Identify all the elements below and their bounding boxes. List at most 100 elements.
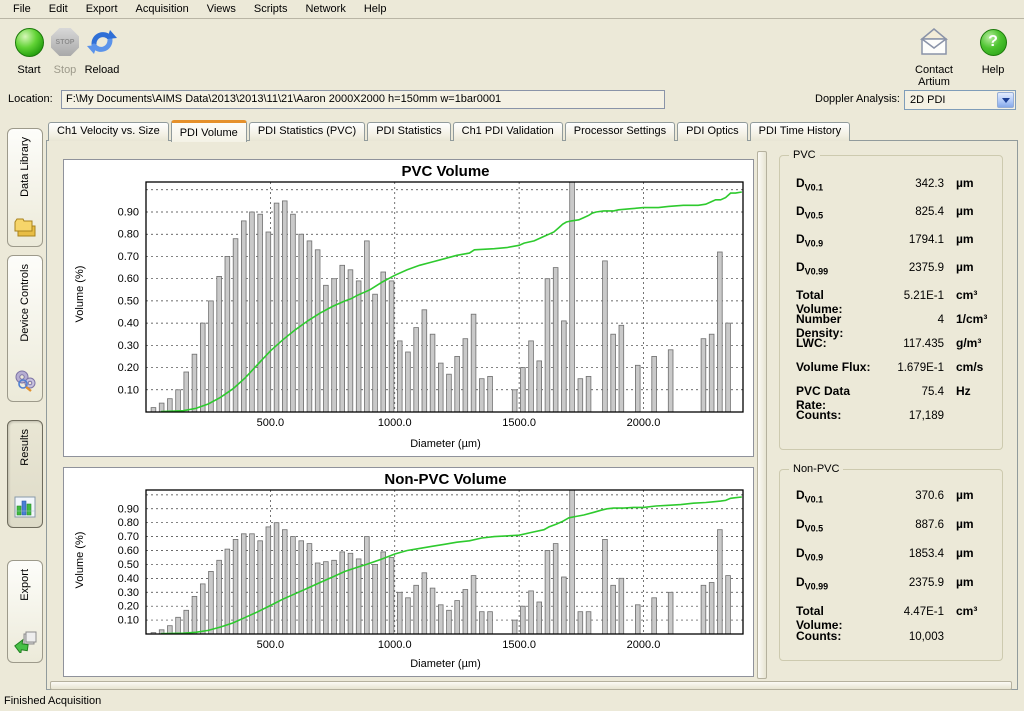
bar-chart-icon bbox=[14, 496, 36, 521]
export-arrow-icon bbox=[13, 631, 37, 656]
svg-text:0.60: 0.60 bbox=[118, 273, 139, 285]
location-field[interactable]: F:\My Documents\AIMS Data\2013\2013\11\2… bbox=[61, 90, 665, 109]
gears-icon bbox=[13, 368, 37, 395]
results-content-panel: PVC Volume Volume (%) 0.100.200.300.400.… bbox=[46, 140, 1018, 690]
stat-row-pvc-lwc: LWC: 117.435g/m³ bbox=[780, 336, 1002, 360]
pvc-groupbox-title: PVC bbox=[789, 149, 820, 161]
svg-text:0.20: 0.20 bbox=[118, 362, 139, 374]
menu-edit[interactable]: Edit bbox=[40, 1, 77, 17]
sidebar-item-data-library[interactable]: Data Library bbox=[7, 128, 43, 247]
pvc-stats-groupbox: PVC DV0.1 342.3µm DV0.5 825.4µm DV0.9 17… bbox=[779, 155, 1003, 450]
reload-icon bbox=[69, 24, 135, 60]
pvc-volume-chart: 0.100.200.300.400.500.600.700.800.90500.… bbox=[64, 160, 755, 436]
menu-help[interactable]: Help bbox=[355, 1, 396, 17]
svg-text:0.10: 0.10 bbox=[118, 384, 139, 396]
stat-row-nonpvc-dv09: DV0.9 1853.4µm bbox=[780, 546, 1002, 575]
tab-pdi-optics[interactable]: PDI Optics bbox=[677, 122, 748, 141]
toolbar: Start STOP Stop Reload Contact Artium ? … bbox=[0, 20, 1024, 86]
menu-views[interactable]: Views bbox=[198, 1, 245, 17]
stat-row-nonpvc-total-volume: Total Volume: 4.47E-1cm³ bbox=[780, 604, 1002, 629]
status-text: Finished Acquisition bbox=[4, 695, 101, 707]
svg-text:0.40: 0.40 bbox=[118, 318, 139, 330]
stat-row-nonpvc-counts: Counts: 10,003 bbox=[780, 629, 1002, 654]
stat-row-pvc-dv09: DV0.9 1794.1µm bbox=[780, 232, 1002, 260]
menu-file[interactable]: File bbox=[4, 1, 40, 17]
svg-text:0.90: 0.90 bbox=[118, 503, 139, 515]
tab-pdi-statistics-pvc[interactable]: PDI Statistics (PVC) bbox=[249, 122, 365, 141]
stat-row-pvc-data-rate: PVC Data Rate: 75.4Hz bbox=[780, 384, 1002, 408]
charts-horizontal-scrollbar[interactable] bbox=[50, 681, 1012, 690]
envelope-icon bbox=[901, 24, 967, 60]
menu-scripts[interactable]: Scripts bbox=[245, 1, 297, 17]
svg-text:2000.0: 2000.0 bbox=[627, 639, 661, 651]
stat-row-pvc-counts: Counts: 17,189 bbox=[780, 408, 1002, 432]
menu-export[interactable]: Export bbox=[77, 1, 127, 17]
tab-processor-settings[interactable]: Processor Settings bbox=[565, 122, 675, 141]
menu-acquisition[interactable]: Acquisition bbox=[127, 1, 198, 17]
tab-pdi-volume[interactable]: PDI Volume bbox=[171, 120, 247, 142]
svg-text:0.80: 0.80 bbox=[118, 229, 139, 241]
sidebar-label-device-controls: Device Controls bbox=[19, 264, 31, 342]
sidebar-item-export[interactable]: Export bbox=[7, 560, 43, 663]
svg-text:1500.0: 1500.0 bbox=[502, 417, 536, 429]
help-label: Help bbox=[960, 64, 1024, 76]
non-pvc-stats-groupbox: Non-PVC DV0.1 370.6µm DV0.5 887.6µm DV0.… bbox=[779, 469, 1003, 661]
stat-row-nonpvc-dv01: DV0.1 370.6µm bbox=[780, 488, 1002, 517]
doppler-analysis-select[interactable]: 2D PDI bbox=[904, 90, 1016, 110]
tab-ch1-pdi-validation[interactable]: Ch1 PDI Validation bbox=[453, 122, 563, 141]
svg-text:0.80: 0.80 bbox=[118, 517, 139, 529]
help-icon: ? bbox=[980, 29, 1007, 56]
non-pvc-chart-xlabel: Diameter (µm) bbox=[146, 658, 745, 670]
svg-text:1500.0: 1500.0 bbox=[502, 639, 536, 651]
svg-text:0.30: 0.30 bbox=[118, 587, 139, 599]
svg-text:0.50: 0.50 bbox=[118, 295, 139, 307]
svg-text:0.90: 0.90 bbox=[118, 207, 139, 219]
help-button[interactable]: ? Help bbox=[960, 24, 1024, 76]
svg-text:0.70: 0.70 bbox=[118, 531, 139, 543]
charts-vertical-scrollbar[interactable] bbox=[757, 151, 767, 679]
folders-icon bbox=[13, 215, 37, 240]
contact-artium-button[interactable]: Contact Artium bbox=[901, 24, 967, 88]
status-bar: Finished Acquisition bbox=[0, 691, 1024, 711]
chevron-down-icon bbox=[1002, 98, 1010, 103]
non-pvc-volume-chart: 0.100.200.300.400.500.600.700.800.90500.… bbox=[64, 468, 755, 656]
contact-artium-label: Contact Artium bbox=[901, 64, 967, 88]
doppler-analysis-label: Doppler Analysis: bbox=[815, 93, 900, 105]
tab-ch1-velocity-vs-size[interactable]: Ch1 Velocity vs. Size bbox=[48, 122, 169, 141]
stat-row-pvc-dv099: DV0.99 2375.9µm bbox=[780, 260, 1002, 288]
sidebar-item-device-controls[interactable]: Device Controls bbox=[7, 255, 43, 402]
svg-text:1000.0: 1000.0 bbox=[378, 417, 412, 429]
stat-row-nonpvc-dv05: DV0.5 887.6µm bbox=[780, 517, 1002, 546]
svg-text:2000.0: 2000.0 bbox=[627, 417, 661, 429]
stat-row-nonpvc-dv099: DV0.99 2375.9µm bbox=[780, 575, 1002, 604]
location-label: Location: bbox=[8, 93, 53, 105]
stat-row-pvc-dv05: DV0.5 825.4µm bbox=[780, 204, 1002, 232]
menu-network[interactable]: Network bbox=[296, 1, 354, 17]
non-pvc-volume-chart-panel: Non-PVC Volume Volume (%) 0.100.200.300.… bbox=[63, 467, 754, 677]
svg-text:500.0: 500.0 bbox=[257, 639, 285, 651]
stat-row-pvc-total-volume: Total Volume: 5.21E-1cm³ bbox=[780, 288, 1002, 312]
stat-row-pvc-dv01: DV0.1 342.3µm bbox=[780, 176, 1002, 204]
non-pvc-groupbox-title: Non-PVC bbox=[789, 463, 843, 475]
svg-text:0.30: 0.30 bbox=[118, 340, 139, 352]
tab-pdi-statistics[interactable]: PDI Statistics bbox=[367, 122, 450, 141]
svg-text:500.0: 500.0 bbox=[257, 417, 285, 429]
sidebar-label-export: Export bbox=[19, 569, 31, 601]
sidebar-label-data-library: Data Library bbox=[19, 137, 31, 197]
reload-button[interactable]: Reload bbox=[69, 24, 135, 76]
doppler-analysis-value: 2D PDI bbox=[905, 94, 997, 106]
reload-label: Reload bbox=[69, 64, 135, 76]
tab-strip: Ch1 Velocity vs. Size PDI Volume PDI Sta… bbox=[48, 120, 852, 141]
location-row: Location: F:\My Documents\AIMS Data\2013… bbox=[0, 86, 1024, 116]
pvc-volume-chart-panel: PVC Volume Volume (%) 0.100.200.300.400.… bbox=[63, 159, 754, 457]
svg-text:0.50: 0.50 bbox=[118, 559, 139, 571]
stat-row-pvc-volume-flux: Volume Flux: 1.679E-1cm/s bbox=[780, 360, 1002, 384]
combo-dropdown-button[interactable] bbox=[997, 92, 1014, 108]
pvc-chart-xlabel: Diameter (µm) bbox=[146, 438, 745, 450]
svg-text:0.20: 0.20 bbox=[118, 601, 139, 613]
svg-text:0.60: 0.60 bbox=[118, 545, 139, 557]
svg-text:1000.0: 1000.0 bbox=[378, 639, 412, 651]
sidebar-label-results: Results bbox=[19, 429, 31, 466]
sidebar-item-results[interactable]: Results bbox=[7, 420, 43, 528]
tab-pdi-time-history[interactable]: PDI Time History bbox=[750, 122, 851, 141]
